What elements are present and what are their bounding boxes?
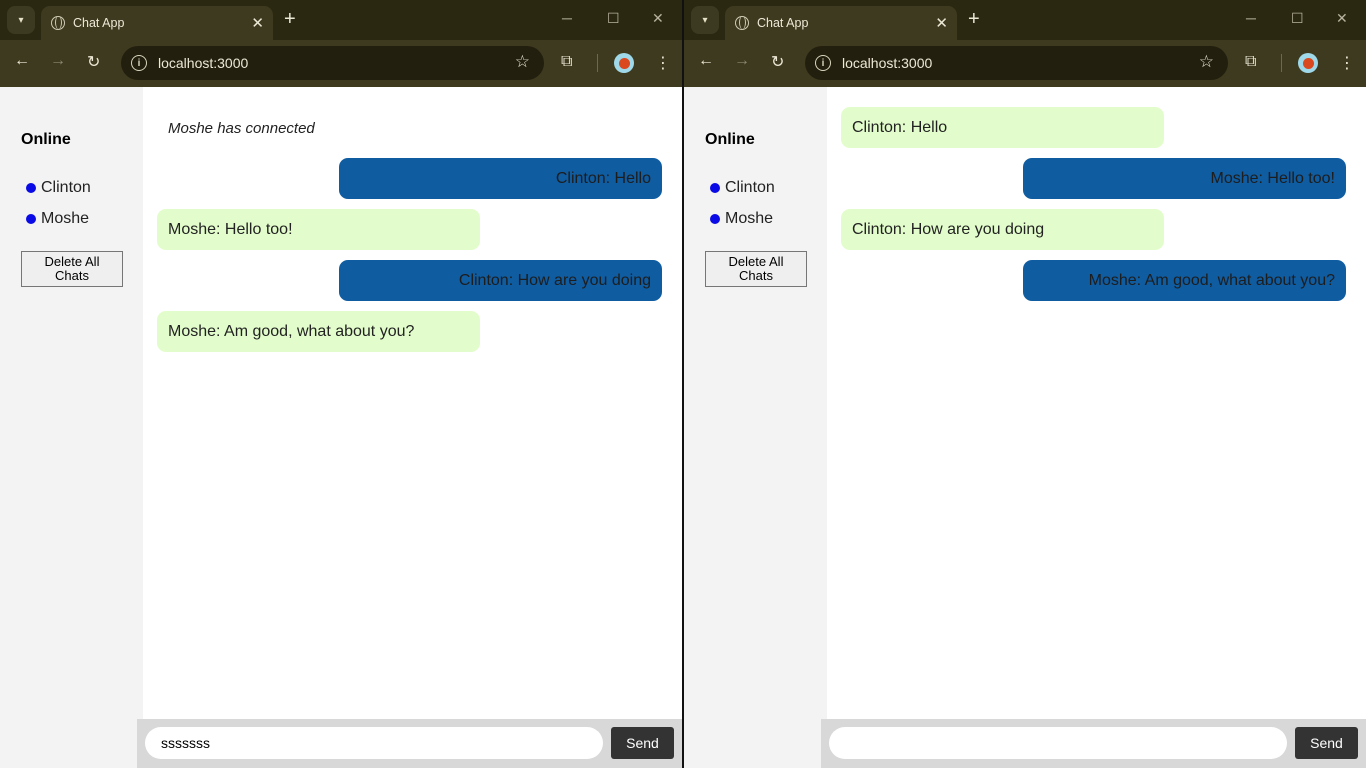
online-user-clinton: Clinton [710,179,775,197]
browser-tab[interactable]: Chat App ✕ [41,6,273,40]
message-input[interactable]: sssssss [145,727,603,759]
profile-avatar-icon[interactable] [614,53,634,73]
forward-arrow-icon[interactable]: → [50,52,66,70]
close-window-icon[interactable]: ✕ [1336,10,1348,27]
online-title: Online [21,131,71,148]
delete-label-line1: Delete All [728,254,784,269]
message-bubble-received: Clinton: Hello [841,107,1164,148]
user-name: Clinton [41,179,91,196]
globe-icon [735,16,749,30]
profile-avatar-icon[interactable] [1298,53,1318,73]
address-bar[interactable]: i localhost:3000 ☆ [121,46,544,80]
delete-all-chats-button[interactable]: Delete All Chats [705,251,807,287]
chat-page: Online Clinton Moshe Delete All Chats Mos… [0,87,682,768]
online-title: Online [705,131,755,148]
new-tab-plus-icon[interactable]: + [284,8,296,31]
browser-tab[interactable]: Chat App ✕ [725,6,957,40]
online-dot-icon [710,214,720,224]
online-sidebar: Online Clinton Moshe Delete All Chats [0,87,143,768]
online-dot-icon [26,183,36,193]
extensions-puzzle-icon[interactable]: ⧉ [1245,53,1256,71]
tab-search-chevron-icon[interactable]: ▾ [7,6,35,34]
message-composer: Send [821,719,1366,768]
message-list: Clinton: Hello Moshe: Hello too! Clinton… [827,87,1366,719]
menu-kebab-icon[interactable]: ⋮ [655,53,671,73]
back-arrow-icon[interactable]: ← [14,52,30,70]
delete-label-line2: Chats [55,268,89,283]
chat-page: Online Clinton Moshe Delete All Chats Cli… [684,87,1366,768]
browser-toolbar: ← → ↻ i localhost:3000 ☆ ⧉ ⋮ [684,40,1366,87]
close-tab-icon[interactable]: ✕ [251,14,264,32]
forward-arrow-icon[interactable]: → [734,52,750,70]
site-info-icon[interactable]: i [131,55,147,71]
browser-toolbar: ← → ↻ i localhost:3000 ☆ ⧉ ⋮ [0,40,682,87]
site-info-icon[interactable]: i [815,55,831,71]
maximize-icon[interactable]: ☐ [607,10,620,27]
message-bubble-sent: Moshe: Hello too! [1023,158,1346,199]
back-arrow-icon[interactable]: ← [698,52,714,70]
message-list: Moshe has connected Clinton: Hello Moshe… [143,87,682,719]
screen: ▾ Chat App ✕ + ─ ☐ ✕ ← → ↻ i localhost:3… [0,0,1366,768]
reload-icon[interactable]: ↻ [87,52,100,72]
online-sidebar: Online Clinton Moshe Delete All Chats [684,87,827,768]
title-bar: ▾ Chat App ✕ + ─ ☐ ✕ [684,0,1366,40]
delete-label-line1: Delete All [44,254,100,269]
user-name: Moshe [41,210,90,227]
tab-title: Chat App [73,16,125,30]
maximize-icon[interactable]: ☐ [1291,10,1304,27]
bookmark-star-icon[interactable]: ☆ [515,52,530,72]
extensions-puzzle-icon[interactable]: ⧉ [561,53,572,71]
message-bubble-received: Moshe: Hello too! [157,209,480,250]
delete-label-line2: Chats [739,268,773,283]
tab-search-chevron-icon[interactable]: ▾ [691,6,719,34]
message-composer: sssssss Send [137,719,682,768]
minimize-icon[interactable]: ─ [1246,10,1256,26]
tab-title: Chat App [757,16,809,30]
browser-window-right: ▾ Chat App ✕ + ─ ☐ ✕ ← → ↻ i localhost:3… [683,0,1366,768]
reload-icon[interactable]: ↻ [771,52,784,72]
message-input[interactable] [829,727,1287,759]
send-button[interactable]: Send [1295,727,1358,759]
minimize-icon[interactable]: ─ [562,10,572,26]
online-user-moshe: Moshe [26,210,89,228]
close-tab-icon[interactable]: ✕ [935,14,948,32]
user-name: Clinton [725,179,775,196]
message-bubble-sent: Clinton: How are you doing [339,260,662,301]
online-dot-icon [26,214,36,224]
address-bar[interactable]: i localhost:3000 ☆ [805,46,1228,80]
menu-kebab-icon[interactable]: ⋮ [1339,53,1355,73]
title-bar: ▾ Chat App ✕ + ─ ☐ ✕ [0,0,682,40]
message-bubble-sent: Clinton: Hello [339,158,662,199]
toolbar-divider [1281,54,1282,72]
close-window-icon[interactable]: ✕ [652,10,664,27]
system-message: Moshe has connected [168,120,315,137]
new-tab-plus-icon[interactable]: + [968,8,980,31]
online-user-moshe: Moshe [710,210,773,228]
message-bubble-sent: Moshe: Am good, what about you? [1023,260,1346,301]
url-text: localhost:3000 [842,55,933,71]
online-user-clinton: Clinton [26,179,91,197]
url-text: localhost:3000 [158,55,249,71]
bookmark-star-icon[interactable]: ☆ [1199,52,1214,72]
globe-icon [51,16,65,30]
delete-all-chats-button[interactable]: Delete All Chats [21,251,123,287]
user-name: Moshe [725,210,774,227]
online-dot-icon [710,183,720,193]
browser-window-left: ▾ Chat App ✕ + ─ ☐ ✕ ← → ↻ i localhost:3… [0,0,683,768]
toolbar-divider [597,54,598,72]
send-button[interactable]: Send [611,727,674,759]
message-bubble-received: Clinton: How are you doing [841,209,1164,250]
message-bubble-received: Moshe: Am good, what about you? [157,311,480,352]
